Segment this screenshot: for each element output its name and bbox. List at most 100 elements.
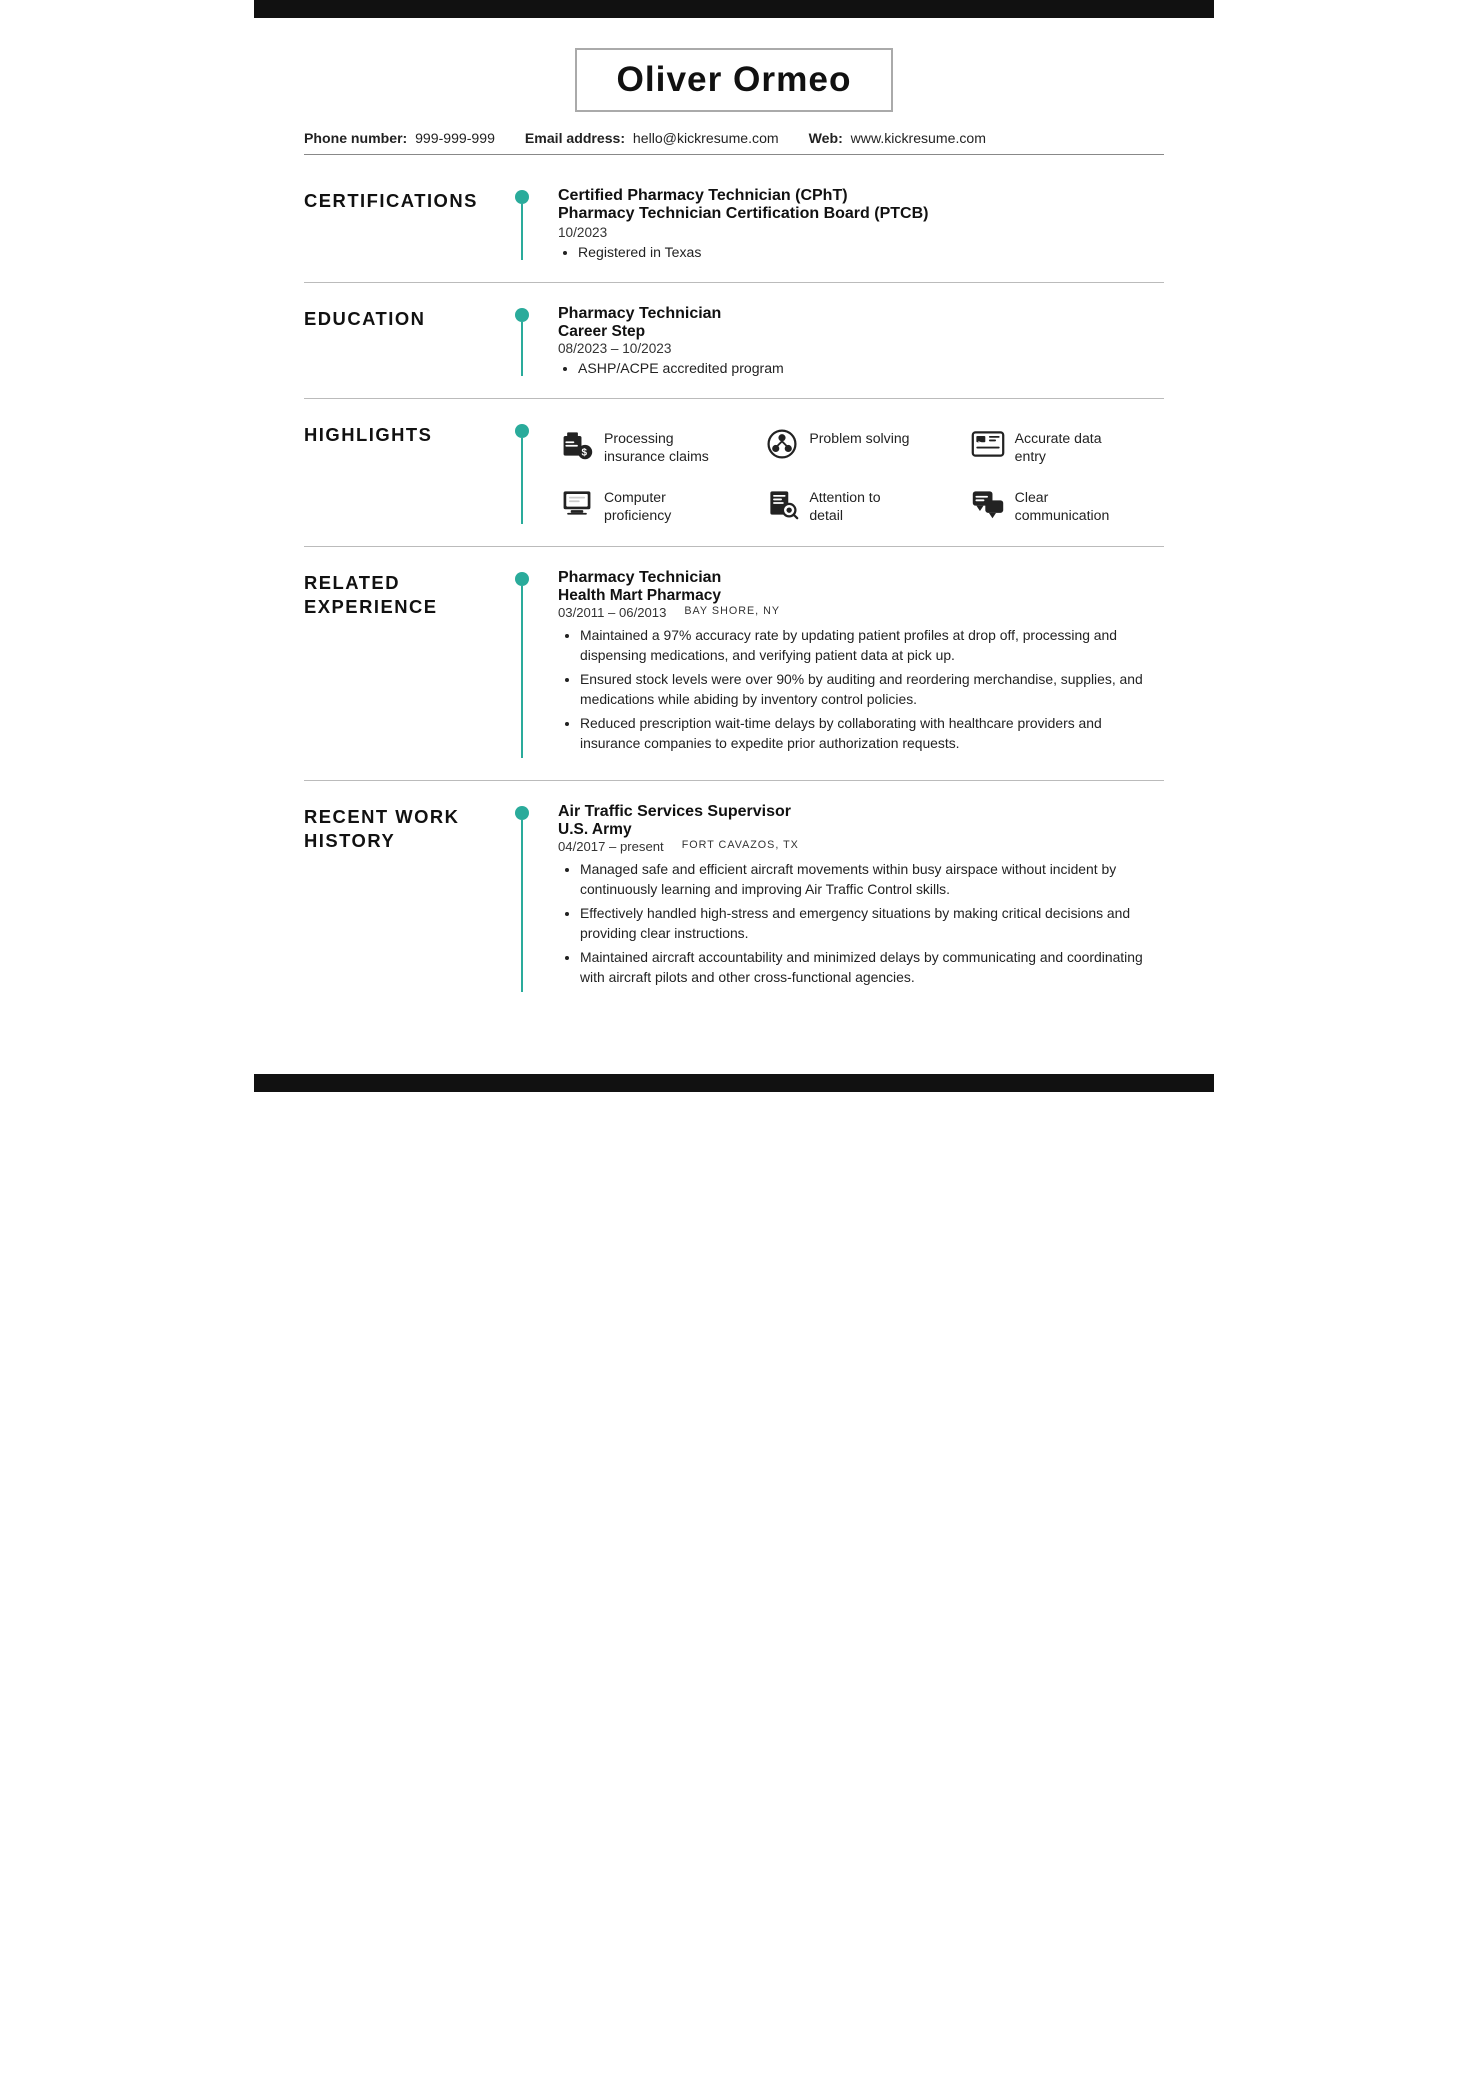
timeline-line-recent	[521, 820, 524, 992]
web-label-text: Web: www.kickresume.com	[809, 130, 986, 146]
related-exp-bullets: Maintained a 97% accuracy rate by updati…	[572, 626, 1164, 753]
timeline-dot-related	[515, 572, 529, 586]
phone-label-text: Phone number: 999-999-999	[304, 130, 495, 146]
recent-work-content: Air Traffic Services Supervisor U.S. Arm…	[540, 803, 1164, 992]
resume-body: CERTIFICATIONS Certified Pharmacy Techni…	[304, 165, 1164, 1014]
web-value: www.kickresume.com	[851, 130, 986, 146]
edu-bullets: ASHP/ACPE accredited program	[570, 360, 1164, 376]
email-label: Email address:	[525, 130, 625, 146]
related-exp-meta: 03/2011 – 06/2013 BAY SHORE, NY	[558, 605, 1164, 620]
recent-work-label: RECENT WORK HISTORY	[304, 803, 504, 992]
resume-container: Oliver Ormeo Phone number: 999-999-999 E…	[254, 18, 1214, 1074]
highlight-insurance-label: Processinginsurance claims	[604, 425, 709, 466]
recent-exp-location: FORT CAVAZOS, TX	[682, 839, 799, 854]
certifications-section: CERTIFICATIONS Certified Pharmacy Techni…	[304, 165, 1164, 283]
related-exp-org: Health Mart Pharmacy	[558, 587, 1164, 605]
timeline-line-edu	[521, 322, 524, 376]
edu-bullet-1: ASHP/ACPE accredited program	[578, 360, 1164, 376]
highlights-timeline	[504, 421, 540, 524]
related-experience-section: RELATED EXPERIENCE Pharmacy Technician H…	[304, 547, 1164, 781]
phone-value: 999-999-999	[415, 130, 495, 146]
related-exp-location: BAY SHORE, NY	[684, 605, 780, 620]
education-timeline	[504, 305, 540, 376]
recent-exp-title: Air Traffic Services Supervisor	[558, 803, 1164, 821]
svg-text:$: $	[581, 448, 587, 459]
related-exp-content: Pharmacy Technician Health Mart Pharmacy…	[540, 569, 1164, 758]
highlights-grid: $ Processinginsurance claims	[558, 425, 1164, 524]
header-box: Oliver Ormeo	[575, 48, 894, 112]
timeline-dot-highlights	[515, 424, 529, 438]
timeline-line-related	[521, 586, 524, 758]
highlight-problem-label: Problem solving	[809, 425, 909, 447]
recent-work-timeline	[504, 803, 540, 992]
recent-exp-bullet-2: Effectively handled high-stress and emer…	[580, 904, 1164, 943]
related-exp-bullet-2: Ensured stock levels were over 90% by au…	[580, 670, 1164, 709]
related-exp-title: Pharmacy Technician	[558, 569, 1164, 587]
related-exp-bullet-3: Reduced prescription wait-time delays by…	[580, 714, 1164, 753]
timeline-dot-recent	[515, 806, 529, 820]
highlight-communication-label: Clearcommunication	[1015, 484, 1110, 525]
recent-exp-date: 04/2017 – present	[558, 839, 664, 854]
email-label-text: Email address: hello@kickresume.com	[525, 130, 779, 146]
related-label-line1: RELATED	[304, 572, 400, 593]
certifications-timeline	[504, 187, 540, 260]
related-exp-date: 03/2011 – 06/2013	[558, 605, 666, 620]
edu-date: 08/2023 – 10/2023	[558, 341, 1164, 356]
related-label-line2: EXPERIENCE	[304, 596, 438, 617]
recent-exp-org: U.S. Army	[558, 821, 1164, 839]
cert-bullets: Registered in Texas	[570, 244, 1164, 260]
cert-title-line1: Certified Pharmacy Technician (CPhT)	[558, 187, 848, 204]
timeline-line-highlights	[521, 438, 524, 524]
phone-label: Phone number:	[304, 130, 407, 146]
education-content: Pharmacy Technician Career Step 08/2023 …	[540, 305, 1164, 376]
recent-exp-bullets: Managed safe and efficient aircraft move…	[572, 860, 1164, 987]
attention-icon	[763, 484, 801, 522]
cert-bullet-1: Registered in Texas	[578, 244, 1164, 260]
highlight-attention: Attention todetail	[763, 484, 958, 525]
timeline-line-cert	[521, 204, 524, 260]
recent-label-line1: RECENT WORK	[304, 806, 459, 827]
problem-icon	[763, 425, 801, 463]
computer-icon	[558, 484, 596, 522]
top-bar	[254, 0, 1214, 18]
certifications-content: Certified Pharmacy Technician (CPhT) Pha…	[540, 187, 1164, 260]
highlights-content: $ Processinginsurance claims	[540, 421, 1164, 524]
education-label: EDUCATION	[304, 305, 504, 376]
highlight-computer-label: Computerproficiency	[604, 484, 671, 525]
highlight-communication: Clearcommunication	[969, 484, 1164, 525]
highlight-data: >_ Accurate dataentry	[969, 425, 1164, 466]
highlights-section: HIGHLIGHTS $	[304, 399, 1164, 547]
contact-bar: Phone number: 999-999-999 Email address:…	[304, 130, 1164, 155]
cert-title-line2: Pharmacy Technician Certification Board …	[558, 205, 928, 222]
candidate-name: Oliver Ormeo	[617, 60, 852, 100]
highlight-problem: Problem solving	[763, 425, 958, 466]
recent-exp-meta: 04/2017 – present FORT CAVAZOS, TX	[558, 839, 1164, 854]
highlights-label: HIGHLIGHTS	[304, 421, 504, 524]
recent-work-section: RECENT WORK HISTORY Air Traffic Services…	[304, 781, 1164, 1014]
timeline-dot-cert	[515, 190, 529, 204]
data-icon: >_	[969, 425, 1007, 463]
recent-label-line2: HISTORY	[304, 830, 395, 851]
recent-exp-bullet-1: Managed safe and efficient aircraft move…	[580, 860, 1164, 899]
timeline-dot-edu	[515, 308, 529, 322]
recent-exp-bullet-3: Maintained aircraft accountability and m…	[580, 948, 1164, 987]
related-exp-bullet-1: Maintained a 97% accuracy rate by updati…	[580, 626, 1164, 665]
highlight-computer: Computerproficiency	[558, 484, 753, 525]
certifications-label: CERTIFICATIONS	[304, 187, 504, 260]
related-experience-label: RELATED EXPERIENCE	[304, 569, 504, 758]
education-section: EDUCATION Pharmacy Technician Career Ste…	[304, 283, 1164, 399]
web-label: Web:	[809, 130, 843, 146]
cert-title: Certified Pharmacy Technician (CPhT) Pha…	[558, 187, 1164, 223]
highlight-data-label: Accurate dataentry	[1015, 425, 1102, 466]
cert-date: 10/2023	[558, 225, 1164, 240]
insurance-icon: $	[558, 425, 596, 463]
edu-org: Career Step	[558, 323, 1164, 341]
communication-icon	[969, 484, 1007, 522]
related-exp-timeline	[504, 569, 540, 758]
email-value: hello@kickresume.com	[633, 130, 779, 146]
edu-title: Pharmacy Technician	[558, 305, 1164, 323]
highlight-attention-label: Attention todetail	[809, 484, 880, 525]
header-section: Oliver Ormeo	[304, 48, 1164, 112]
svg-text:>_: >_	[978, 440, 986, 447]
highlight-insurance: $ Processinginsurance claims	[558, 425, 753, 466]
